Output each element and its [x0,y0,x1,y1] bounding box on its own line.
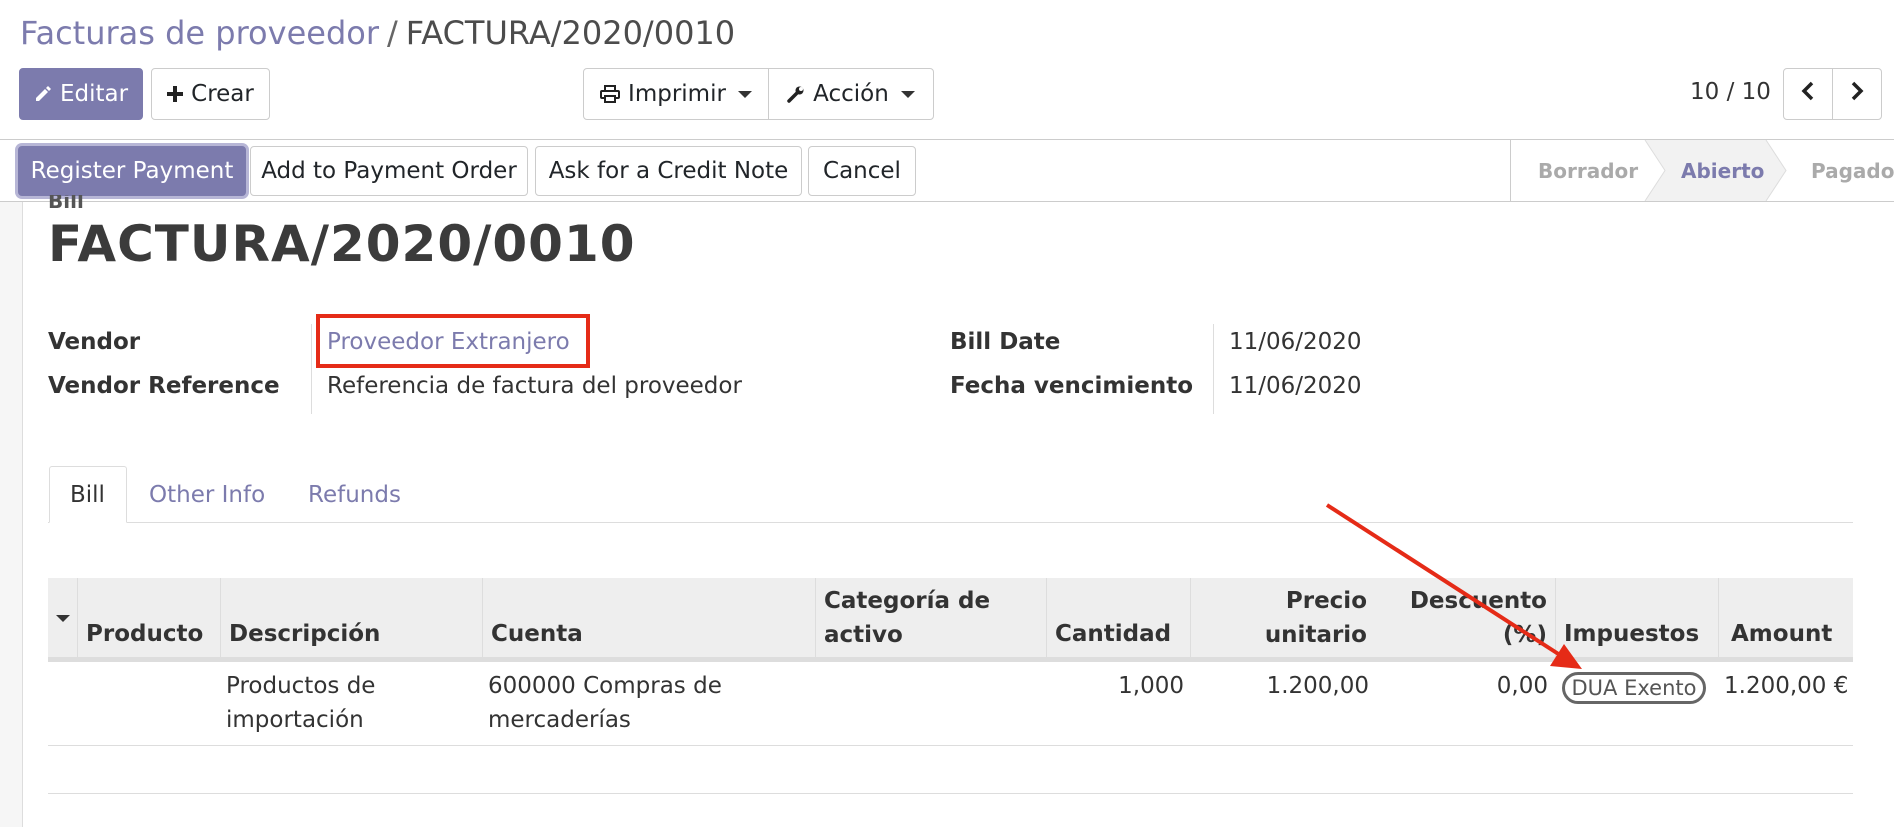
column-header-quantity[interactable]: Cantidad [1046,578,1190,657]
bill-date-label: Bill Date [950,329,1061,355]
chevron-right-icon [1850,81,1864,107]
plus-icon [167,86,184,102]
column-header-unit-price-line1: Precio [1285,588,1367,614]
create-button-label: Crear [191,81,254,107]
tax-badge[interactable]: DUA Exento [1562,672,1706,704]
breadcrumb: Facturas de proveedor / FACTURA/2020/0010 [20,14,735,52]
stage-open[interactable]: Abierto [1681,140,1764,201]
column-header-unit-price[interactable]: Precio unitario [1190,578,1375,657]
due-date-label: Fecha vencimiento [950,373,1194,399]
bill-date-value[interactable]: 11/06/2020 [1229,329,1362,355]
column-header-amount[interactable]: Amount [1718,578,1853,657]
sort-caret-icon[interactable] [56,615,70,622]
chevron-down-icon [737,90,752,98]
credit-note-button[interactable]: Ask for a Credit Note [535,146,802,196]
print-label: Imprimir [628,81,726,107]
tab-other-info[interactable]: Other Info [129,466,285,523]
chevron-left-icon [1801,81,1815,107]
column-header-discount-line2: (%) [1502,622,1547,648]
column-header-asset-category-line2: activo [824,622,903,648]
cell-unit-price: 1.200,00 [1266,673,1369,699]
breadcrumb-current: FACTURA/2020/0010 [405,14,736,52]
vendor-reference-value[interactable]: Referencia de factura del proveedor [327,373,742,399]
create-button[interactable]: Crear [151,68,270,120]
cancel-button[interactable]: Cancel [808,146,916,196]
invoice-lines-header: Producto Descripción Cuenta Categoría de… [48,578,1853,662]
breadcrumb-parent-link[interactable]: Facturas de proveedor [20,14,379,52]
column-header-unit-price-line2: unitario [1264,622,1367,648]
column-header-account[interactable]: Cuenta [482,578,815,657]
register-payment-button[interactable]: Register Payment [18,146,246,196]
edit-button-label: Editar [59,81,129,107]
field-divider [311,324,312,414]
row-divider [48,793,1853,794]
column-header-asset-category-line1: Categoría de [824,588,991,614]
field-divider [1213,324,1214,414]
column-header-taxes[interactable]: Impuestos [1555,578,1718,657]
due-date-value[interactable]: 11/06/2020 [1229,373,1362,399]
breadcrumb-separator: / [386,14,398,52]
column-header-product[interactable]: Producto [77,578,220,657]
action-dropdown[interactable]: Acción [768,68,934,120]
stage-draft[interactable]: Borrador [1538,140,1638,201]
action-label: Acción [813,81,889,107]
vendor-reference-label: Vendor Reference [48,373,280,399]
edit-button[interactable]: Editar [19,68,143,120]
highlight-box [316,314,590,368]
column-header-discount-line1: Descuento [1409,588,1547,614]
add-to-payment-order-button[interactable]: Add to Payment Order [250,146,528,196]
pager-value[interactable]: 10 / 10 [1690,79,1771,105]
column-header-description[interactable]: Descripción [220,578,482,657]
tab-bill[interactable]: Bill [49,466,127,523]
pencil-icon [34,85,52,103]
cell-discount: 0,00 [1496,673,1548,699]
print-dropdown[interactable]: Imprimir [583,68,769,120]
cell-description: Productos de importación [226,673,376,733]
cell-amount: 1.200,00 € [1724,673,1849,699]
cell-account: 600000 Compras de mercaderías [488,673,722,733]
cell-quantity: 1,000 [1118,673,1184,699]
column-header-asset-category[interactable]: Categoría de activo [815,578,1046,657]
stage-paid[interactable]: Pagado [1811,140,1894,201]
document-title: FACTURA/2020/0010 [48,215,636,273]
pager-next-button[interactable] [1832,68,1882,120]
column-header-discount[interactable]: Descuento (%) [1375,578,1555,657]
statusbar: Register Payment Add to Payment Order As… [0,140,1894,202]
wrench-icon [787,85,805,103]
printer-icon [600,85,621,103]
status-stages: Borrador Abierto Pagado [1510,140,1894,201]
tab-refunds[interactable]: Refunds [288,466,421,523]
row-divider [48,745,1853,746]
vendor-label: Vendor [48,329,141,355]
pager-previous-button[interactable] [1783,68,1833,120]
chevron-down-icon [900,90,915,98]
